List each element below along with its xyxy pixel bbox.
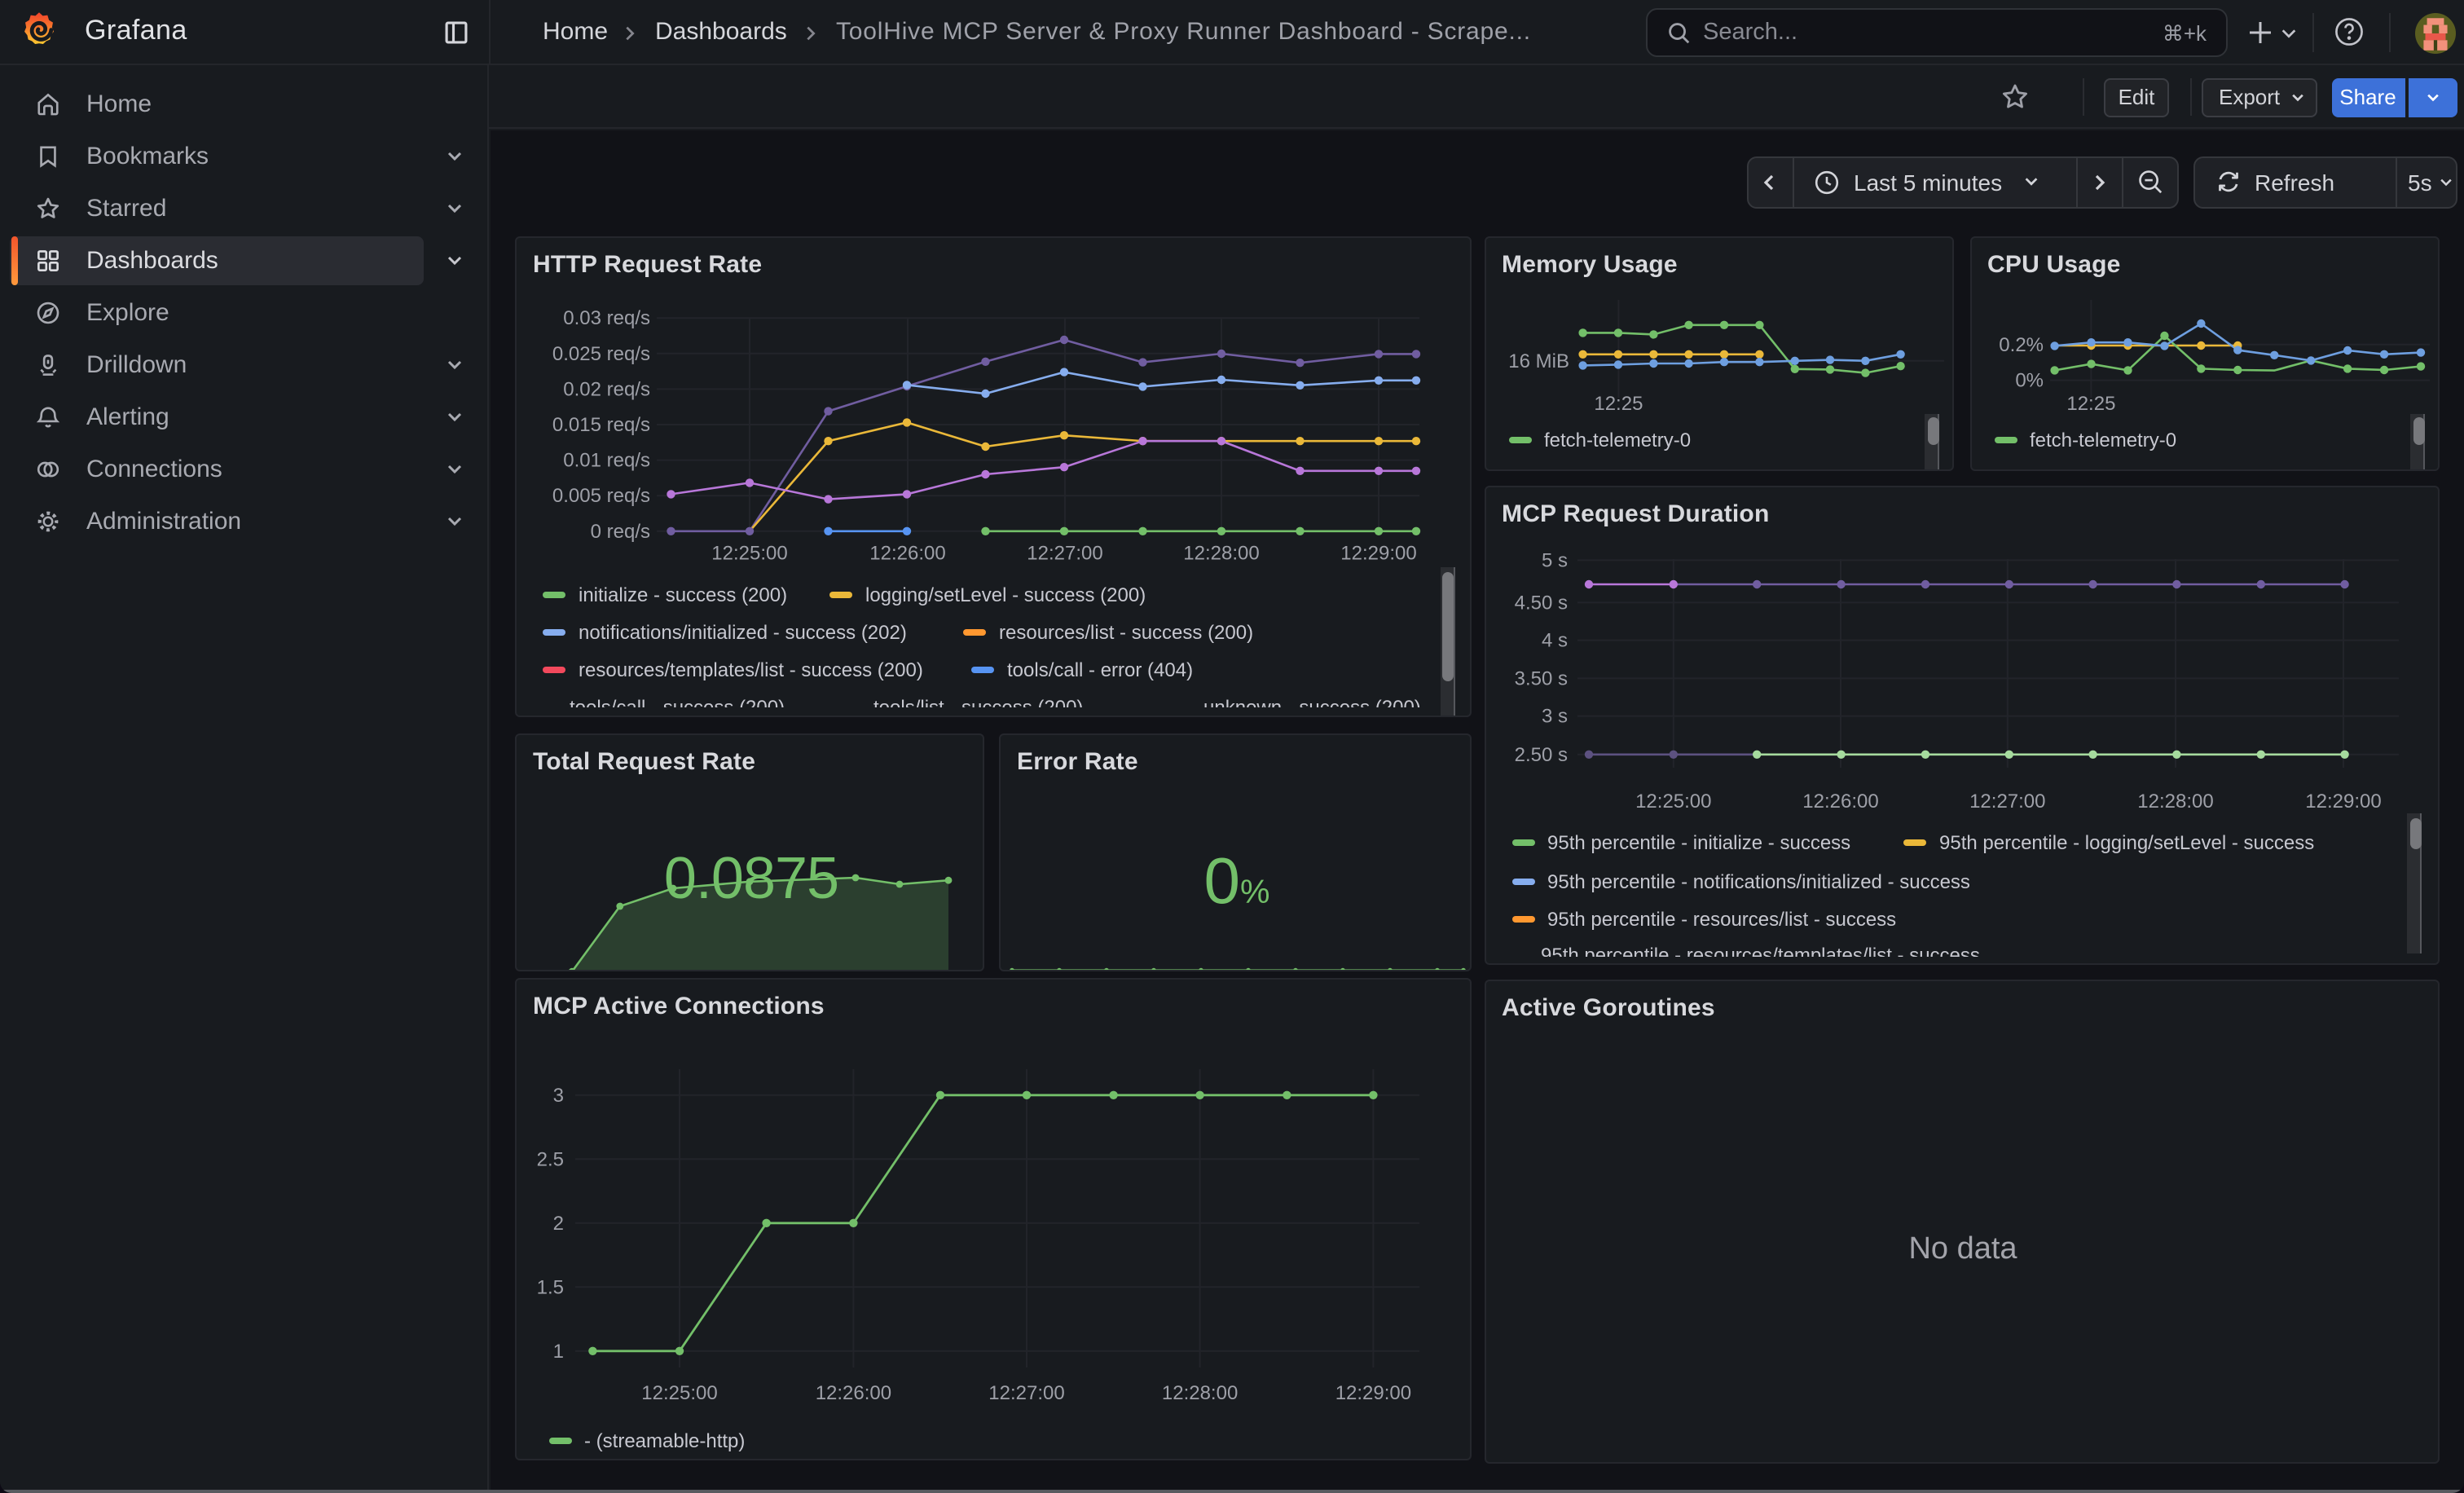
svg-text:12:28:00: 12:28:00 bbox=[1162, 1381, 1238, 1403]
svg-text:3.50 s: 3.50 s bbox=[1514, 667, 1567, 689]
svg-text:0.025 req/s: 0.025 req/s bbox=[552, 342, 650, 364]
svg-text:12:27:00: 12:27:00 bbox=[988, 1381, 1064, 1403]
svg-text:0.015 req/s: 0.015 req/s bbox=[552, 413, 650, 435]
svg-text:2.50 s: 2.50 s bbox=[1514, 743, 1567, 765]
svg-text:12:25: 12:25 bbox=[2066, 392, 2114, 414]
svg-text:5 s: 5 s bbox=[1541, 548, 1567, 570]
svg-text:12:25:00: 12:25:00 bbox=[641, 1381, 717, 1403]
svg-text:1: 1 bbox=[553, 1340, 564, 1362]
svg-text:2.5: 2.5 bbox=[537, 1147, 564, 1169]
svg-text:12:27:00: 12:27:00 bbox=[1027, 542, 1102, 564]
svg-text:0.005 req/s: 0.005 req/s bbox=[552, 484, 650, 506]
svg-text:2: 2 bbox=[553, 1212, 564, 1234]
svg-text:0.03 req/s: 0.03 req/s bbox=[563, 306, 650, 328]
svg-text:12:25:00: 12:25:00 bbox=[711, 542, 787, 564]
svg-text:1.5: 1.5 bbox=[537, 1275, 564, 1297]
svg-text:0.02 req/s: 0.02 req/s bbox=[563, 377, 650, 399]
svg-text:12:29:00: 12:29:00 bbox=[2304, 790, 2380, 812]
svg-text:12:26:00: 12:26:00 bbox=[816, 1381, 891, 1403]
svg-text:12:28:00: 12:28:00 bbox=[1183, 542, 1259, 564]
svg-text:12:26:00: 12:26:00 bbox=[869, 542, 945, 564]
svg-text:12:29:00: 12:29:00 bbox=[1335, 1381, 1411, 1403]
svg-text:16 MiB: 16 MiB bbox=[1507, 350, 1569, 372]
svg-text:3 s: 3 s bbox=[1541, 705, 1567, 727]
svg-text:4 s: 4 s bbox=[1541, 629, 1567, 651]
svg-text:12:25: 12:25 bbox=[1593, 392, 1642, 414]
svg-text:0.01 req/s: 0.01 req/s bbox=[563, 449, 650, 471]
svg-text:0%: 0% bbox=[2014, 369, 2043, 391]
svg-text:12:28:00: 12:28:00 bbox=[2136, 790, 2212, 812]
svg-text:0.2%: 0.2% bbox=[1998, 333, 2043, 355]
svg-text:12:27:00: 12:27:00 bbox=[1969, 790, 2044, 812]
svg-text:12:26:00: 12:26:00 bbox=[1802, 790, 1877, 812]
svg-text:12:25:00: 12:25:00 bbox=[1635, 790, 1710, 812]
svg-text:12:29:00: 12:29:00 bbox=[1340, 542, 1416, 564]
svg-text:0 req/s: 0 req/s bbox=[591, 520, 650, 542]
svg-text:4.50 s: 4.50 s bbox=[1514, 591, 1567, 613]
svg-text:3: 3 bbox=[553, 1084, 564, 1106]
